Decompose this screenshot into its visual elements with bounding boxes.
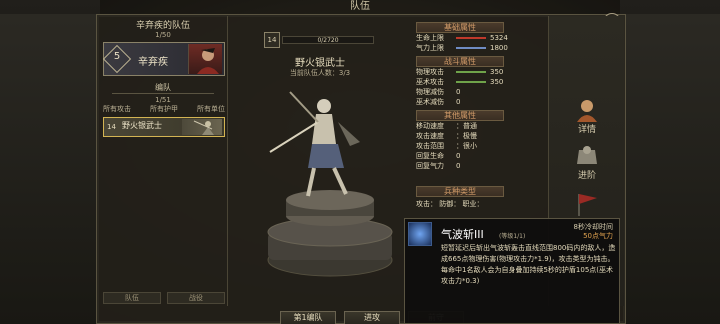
stat-row: 攻击速度 ：极慢 [406,131,542,141]
stat-label: 气力上限 [416,44,444,52]
leader-level: 5 [113,51,121,62]
advance-button[interactable]: 进阶 [549,168,625,181]
unit-display-name: 野火银武士 [295,58,345,69]
skill-energy-cost: 50点气力 [583,232,613,240]
stat-label: 物理攻击 [416,68,444,76]
unit-type-box: 兵种类型 攻击： 防御： 职业： [406,186,542,210]
stat-row: 巫术减伤 0 [406,97,542,107]
unit-figure [250,82,400,282]
team-size-text: 当前队伍人数：3/3 [289,69,351,77]
xp-bar: 0/2720 [282,36,374,44]
attack-button[interactable]: 进攻 [344,311,400,324]
team-name: 辛弃疾的队伍 [135,21,190,31]
unit-type-line: 攻击： 防御： 职业： [416,200,484,208]
skill-name: 气波斩III [441,228,484,241]
stat-row: 物理攻击 350 [406,67,542,77]
stat-row: 生命上限 5324 [406,33,542,43]
stat-row: 回复生命 0 [406,151,542,161]
stat-value: ：普通 [456,122,477,130]
stat-bar [456,71,486,73]
unit-level-box: 14 [264,32,280,48]
stat-value: 0 [456,98,461,106]
basic-stats-header: 基础属性 [416,22,504,33]
stat-row: 巫术攻击 350 [406,77,542,87]
unit-list-item[interactable]: 14 野火银武士 [103,117,225,137]
screen: 队伍 ✕ 辛弃疾的队伍 1/50 5 辛弃疾 编队 1/51 所有攻击 所有护甲… [0,0,720,324]
stat-label: 移动速度 [416,122,444,130]
filter-attack[interactable]: 所有攻击 [103,104,131,114]
stat-value: ：很小 [456,142,477,150]
stat-value: 5324 [490,34,508,42]
stat-label: 巫术减伤 [416,98,444,106]
stat-row: 气力上限 1800 [406,43,542,53]
stat-value: 1800 [490,44,508,52]
skill-tooltip: 气波斩III (等级1/1) 8秒冷却时间 50点气力 短暂延迟后斩出气波斩轰击… [404,218,620,324]
team-sidebar: 辛弃疾的队伍 1/50 5 辛弃疾 编队 1/51 所有攻击 所有护甲 所有单位… [100,16,228,306]
stat-value: 0 [456,162,461,170]
details-portrait-icon[interactable] [573,98,601,122]
stat-row: 物理减伤 0 [406,87,542,97]
stat-bar [456,81,486,83]
combat-stats-header: 战斗属性 [416,56,504,67]
stat-row: 攻击范围 ：很小 [406,141,542,151]
unit-level: 14 [107,123,116,131]
leader-card[interactable]: 5 辛弃疾 [102,42,225,76]
warrior-thumbnail-icon [193,120,214,135]
stat-value: 0 [456,88,461,96]
battle-tab-button[interactable]: 战役 [167,292,225,304]
stat-bar [456,47,486,49]
unit-type-header: 兵种类型 [416,186,504,197]
background-left [0,0,100,324]
warrior-model-icon [267,91,393,277]
unit-name: 野火银武士 [122,121,162,130]
formation-select-button[interactable]: 第1编队 [280,311,336,324]
stat-label: 回复生命 [416,152,444,160]
filter-armor[interactable]: 所有护甲 [150,104,178,114]
hero-portrait-icon [197,48,219,74]
wave-slash-icon [408,222,432,246]
other-stats-header: 其他属性 [416,110,504,121]
skill-description: 短暂延迟后斩出气波斩轰击直线范围800码内的敌人，造成665点物理伤害(物理攻击… [441,244,616,285]
stat-label: 攻击速度 [416,132,444,140]
stat-row: 移动速度 ：普通 [406,121,542,131]
filter-unit[interactable]: 所有单位 [197,104,225,114]
stat-label: 巫术攻击 [416,78,444,86]
divider [112,93,214,94]
stat-value: ：极慢 [456,132,477,140]
stat-value: 350 [490,68,504,76]
unit-display: 14 0/2720 野火银武士 当前队伍人数：3/3 [240,22,400,302]
skill-rank: (等级1/1) [499,233,526,240]
window-title: 队伍 [0,0,720,14]
stat-value: 350 [490,78,504,86]
stat-label: 回复气力 [416,162,444,170]
leader-portrait [188,44,222,74]
left-bottom-buttons: 队伍 战役 [103,292,225,306]
stat-value: 0 [456,152,461,160]
formation-count: 1/51 [155,96,171,104]
team-count: 1/50 [155,31,171,39]
stat-label: 攻击范围 [416,142,444,150]
filter-row: 所有攻击 所有护甲 所有单位 [103,104,225,114]
leader-name: 辛弃疾 [138,57,168,68]
stat-label: 物理减伤 [416,88,444,96]
details-button[interactable]: 详情 [549,122,625,135]
banner-icon[interactable] [573,192,601,216]
formation-label: 编队 [155,83,171,92]
xp-text: 0/2720 [317,37,339,44]
stat-label: 生命上限 [416,34,444,42]
stat-bar [456,37,486,39]
advance-armor-icon[interactable] [573,144,601,168]
background-right [620,0,720,324]
stat-row: 回复气力 0 [406,161,542,171]
team-tab-button[interactable]: 队伍 [103,292,161,304]
unit-thumbnail [182,119,222,135]
